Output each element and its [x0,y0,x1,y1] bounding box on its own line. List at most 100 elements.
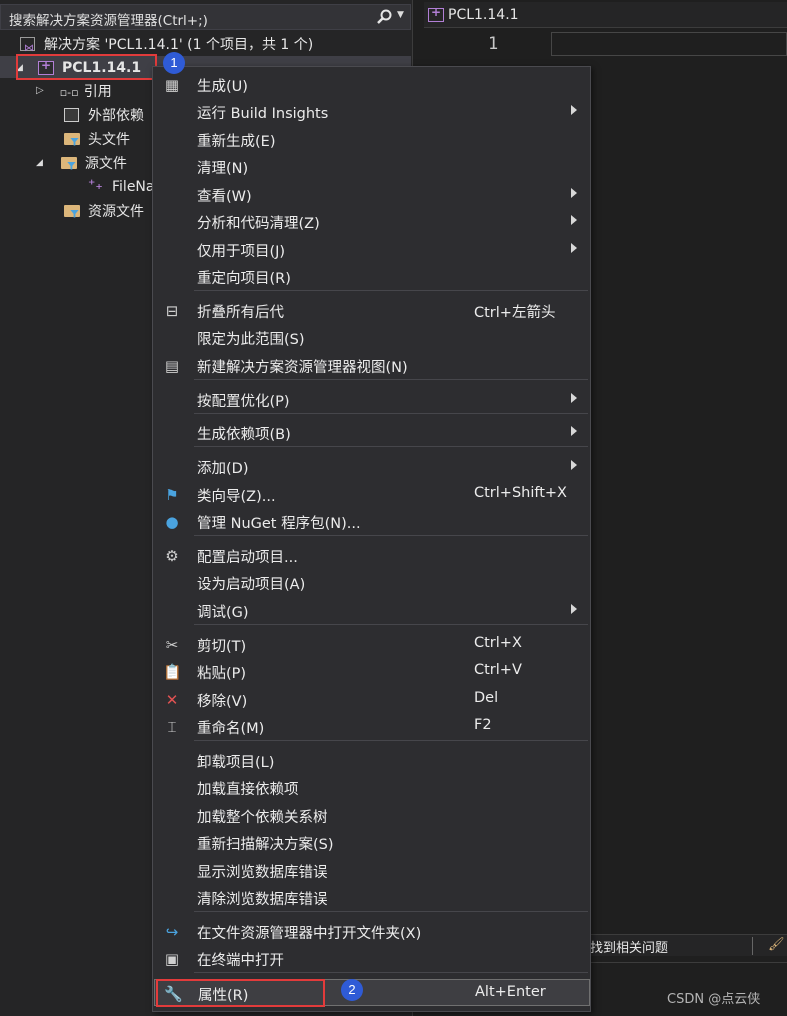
menu-item[interactable]: 清除浏览数据库错误 [154,884,590,911]
project-icon [428,5,444,22]
issues-text[interactable]: 找到相关问题 [590,937,668,956]
menu-item-label: 添加(D) [197,461,249,477]
menu-item[interactable]: ✕ 移除(V) Del [154,686,590,713]
filter-folder-icon [64,203,82,219]
menu-item-label: 在文件资源管理器中打开文件夹(X) [197,926,422,942]
menu-item-label: 重命名(M) [197,721,265,737]
menu-item-label: 调试(G) [197,605,249,621]
menu-item-shortcut: F2 [474,717,492,733]
solution-icon: ⋈ [20,36,38,54]
menu-item[interactable]: 🔧 属性(R) Alt+Enter [154,979,590,1006]
brush-icon[interactable]: 🖌 [768,937,785,952]
current-line-box[interactable] [551,32,787,56]
menu-item[interactable]: 限定为此范围(S) [154,324,590,351]
menu-item-shortcut: Ctrl+X [474,635,522,651]
submenu-arrow-icon [571,215,577,225]
menu-item[interactable]: 加载整个依赖关系树 [154,802,590,829]
open-folder-icon: ↪ [165,923,179,941]
menu-item[interactable]: ▦ 生成(U) [154,71,590,98]
tree-item-project[interactable]: ◢ PCL1.14.1 [16,56,141,79]
menu-item[interactable]: 分析和代码清理(Z) [154,208,590,235]
menu-separator [194,290,588,291]
menu-item-label: 生成(U) [197,79,248,95]
menu-item[interactable]: ⚑ 类向导(Z)... Ctrl+Shift+X [154,481,590,508]
search-icon[interactable] [375,8,393,26]
menu-item-label: 加载直接依赖项 [197,782,299,798]
expand-arrow-icon[interactable]: ▷ [36,85,44,96]
collapse-icon: ⊟ [165,302,179,320]
submenu-arrow-icon [571,243,577,253]
menu-item[interactable]: 重定向项目(R) [154,263,590,290]
tree-item-label: PCL1.14.1 [62,59,142,76]
menu-item-label: 查看(W) [197,189,252,205]
menu-item-label: 属性(R) [198,988,249,1004]
tree-item-label: 头文件 [88,131,130,148]
line-number: 1 [488,34,499,54]
expand-arrow-icon[interactable]: ◢ [16,63,26,73]
submenu-arrow-icon [571,105,577,115]
menu-item-label: 在终端中打开 [197,953,284,969]
menu-separator [194,624,588,625]
menu-item[interactable]: 加载直接依赖项 [154,774,590,801]
menu-item-label: 加载整个依赖关系树 [197,810,328,826]
rename-icon: ⌶ [167,718,177,736]
menu-item[interactable]: ⚙ 配置启动项目... [154,542,590,569]
menu-item[interactable]: 查看(W) [154,181,590,208]
menu-item-label: 管理 NuGet 程序包(N)... [197,516,361,532]
divider [752,937,753,955]
tree-item-label: 解决方案 'PCL1.14.1' (1 个项目，共 1 个) [44,36,314,53]
menu-item[interactable]: ▤ 新建解决方案资源管理器视图(N) [154,352,590,379]
chevron-down-icon[interactable]: ▼ [397,10,404,20]
expand-arrow-icon[interactable]: ◢ [36,158,43,168]
menu-item-label: 移除(V) [197,694,248,710]
menu-item[interactable]: 运行 Build Insights [154,98,590,125]
menu-item-label: 分析和代码清理(Z) [197,216,320,232]
menu-item[interactable]: 调试(G) [154,597,590,624]
tree-item-headers[interactable]: 头文件 [64,127,130,150]
menu-item[interactable]: ✂ 剪切(T) Ctrl+X [154,631,590,658]
menu-item[interactable]: 仅用于项目(J) [154,236,590,263]
menu-item[interactable]: 重新生成(E) [154,126,590,153]
menu-item-shortcut: Ctrl+Shift+X [474,485,567,501]
search-input[interactable]: 搜索解决方案资源管理器(Ctrl+;) ▼ [0,4,411,30]
tree-item-sources[interactable]: ◢ 源文件 [36,151,127,174]
filter-folder-icon [64,131,82,147]
menu-item-label: 清理(N) [197,161,249,177]
tree-item-references[interactable]: ▷ ▫-▫ 引用 [36,79,112,102]
menu-item-label: 设为启动项目(A) [197,577,306,593]
menu-item[interactable]: ⌶ 重命名(M) F2 [154,713,590,740]
tree-item-external[interactable]: 外部依赖 [64,103,144,126]
tree-item-solution[interactable]: ⋈ 解决方案 'PCL1.14.1' (1 个项目，共 1 个) [20,32,313,55]
menu-item-shortcut: Alt+Enter [475,984,546,1000]
menu-separator [194,413,588,414]
tree-item-resources[interactable]: 资源文件 [64,199,144,222]
menu-item[interactable]: 卸载项目(L) [154,747,590,774]
menu-item-label: 重定向项目(R) [197,271,291,287]
menu-item[interactable]: 生成依赖项(B) [154,419,590,446]
class-wizard-icon: ⚑ [165,486,179,504]
menu-item[interactable]: 清理(N) [154,153,590,180]
menu-separator [194,911,588,912]
menu-item[interactable]: ▣ 在终端中打开 [154,945,590,972]
menu-item[interactable]: ↪ 在文件资源管理器中打开文件夹(X) [154,918,590,945]
menu-item[interactable]: 显示浏览数据库错误 [154,857,590,884]
menu-item-label: 限定为此范围(S) [197,332,305,348]
menu-item[interactable]: 添加(D) [154,453,590,480]
submenu-arrow-icon [571,188,577,198]
menu-item[interactable]: 按配置优化(P) [154,386,590,413]
menu-item-label: 清除浏览数据库错误 [197,892,328,908]
menu-item[interactable]: 重新扫描解决方案(S) [154,829,590,856]
menu-item[interactable]: 设为启动项目(A) [154,569,590,596]
new-view-icon: ▤ [164,357,180,375]
tab-editor[interactable]: PCL1.14.1 [424,2,787,28]
step-badge-2: 2 [341,979,363,1001]
search-placeholder: 搜索解决方案资源管理器(Ctrl+;) [9,13,208,29]
tab-label: PCL1.14.1 [448,6,519,23]
submenu-arrow-icon [571,426,577,436]
menu-item[interactable]: ● 管理 NuGet 程序包(N)... [154,508,590,535]
tree-item-label: 外部依赖 [88,107,144,124]
menu-item[interactable]: 📋 粘贴(P) Ctrl+V [154,658,590,685]
menu-separator [194,379,588,380]
menu-item[interactable]: ⊟ 折叠所有后代 Ctrl+左箭头 [154,297,590,324]
tree-item-file[interactable]: ⁺₊ FileNa [88,175,154,198]
